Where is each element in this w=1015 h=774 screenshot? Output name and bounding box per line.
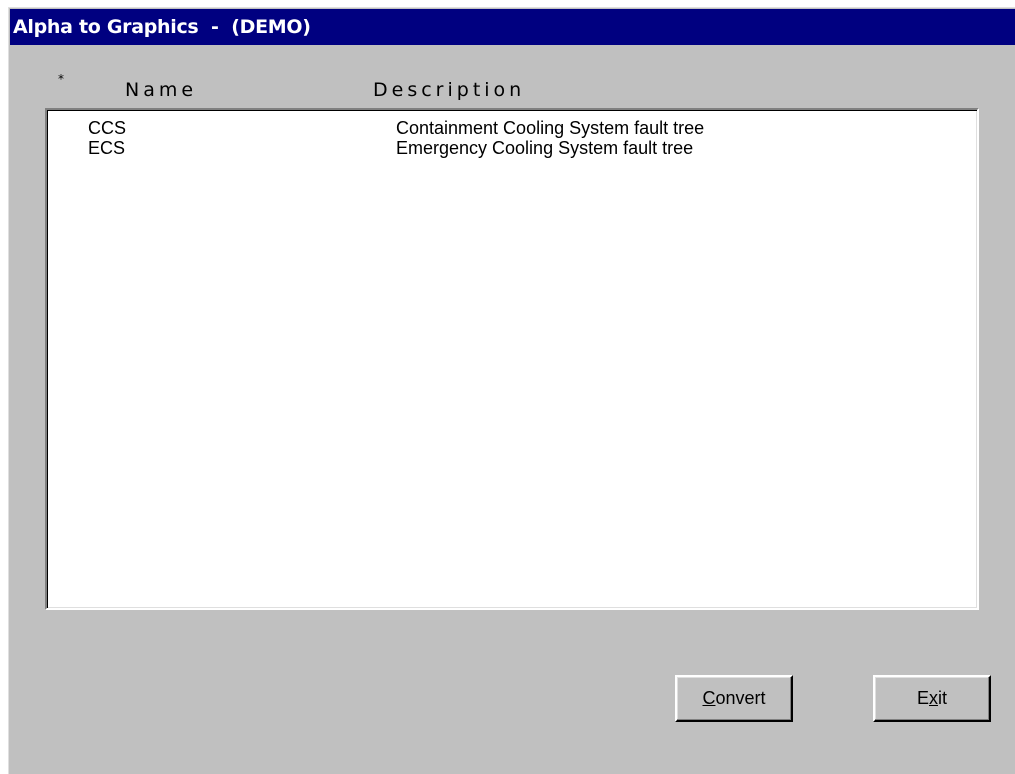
mark-column-header: *: [58, 72, 64, 86]
list-item[interactable]: ECS Emergency Cooling System fault tree: [47, 138, 977, 158]
exit-button[interactable]: Exit: [873, 675, 991, 722]
exit-button-label: Exit: [916, 688, 947, 708]
list-item[interactable]: CCS Containment Cooling System fault tre…: [47, 118, 977, 138]
description-column-header: Description: [373, 79, 526, 101]
title-bar[interactable]: Alpha to Graphics - (DEMO): [10, 9, 1015, 45]
list-item-description: Containment Cooling System fault tree: [396, 118, 705, 138]
list-item-name: ECS: [88, 138, 126, 158]
list-item-name: CCS: [88, 118, 127, 138]
name-column-header: Name: [125, 79, 198, 101]
convert-button-label: Convert: [702, 688, 766, 708]
list-item-description: Emergency Cooling System fault tree: [396, 138, 694, 158]
fault-tree-listbox[interactable]: CCS Containment Cooling System fault tre…: [45, 108, 979, 610]
convert-button[interactable]: Convert: [675, 675, 793, 722]
